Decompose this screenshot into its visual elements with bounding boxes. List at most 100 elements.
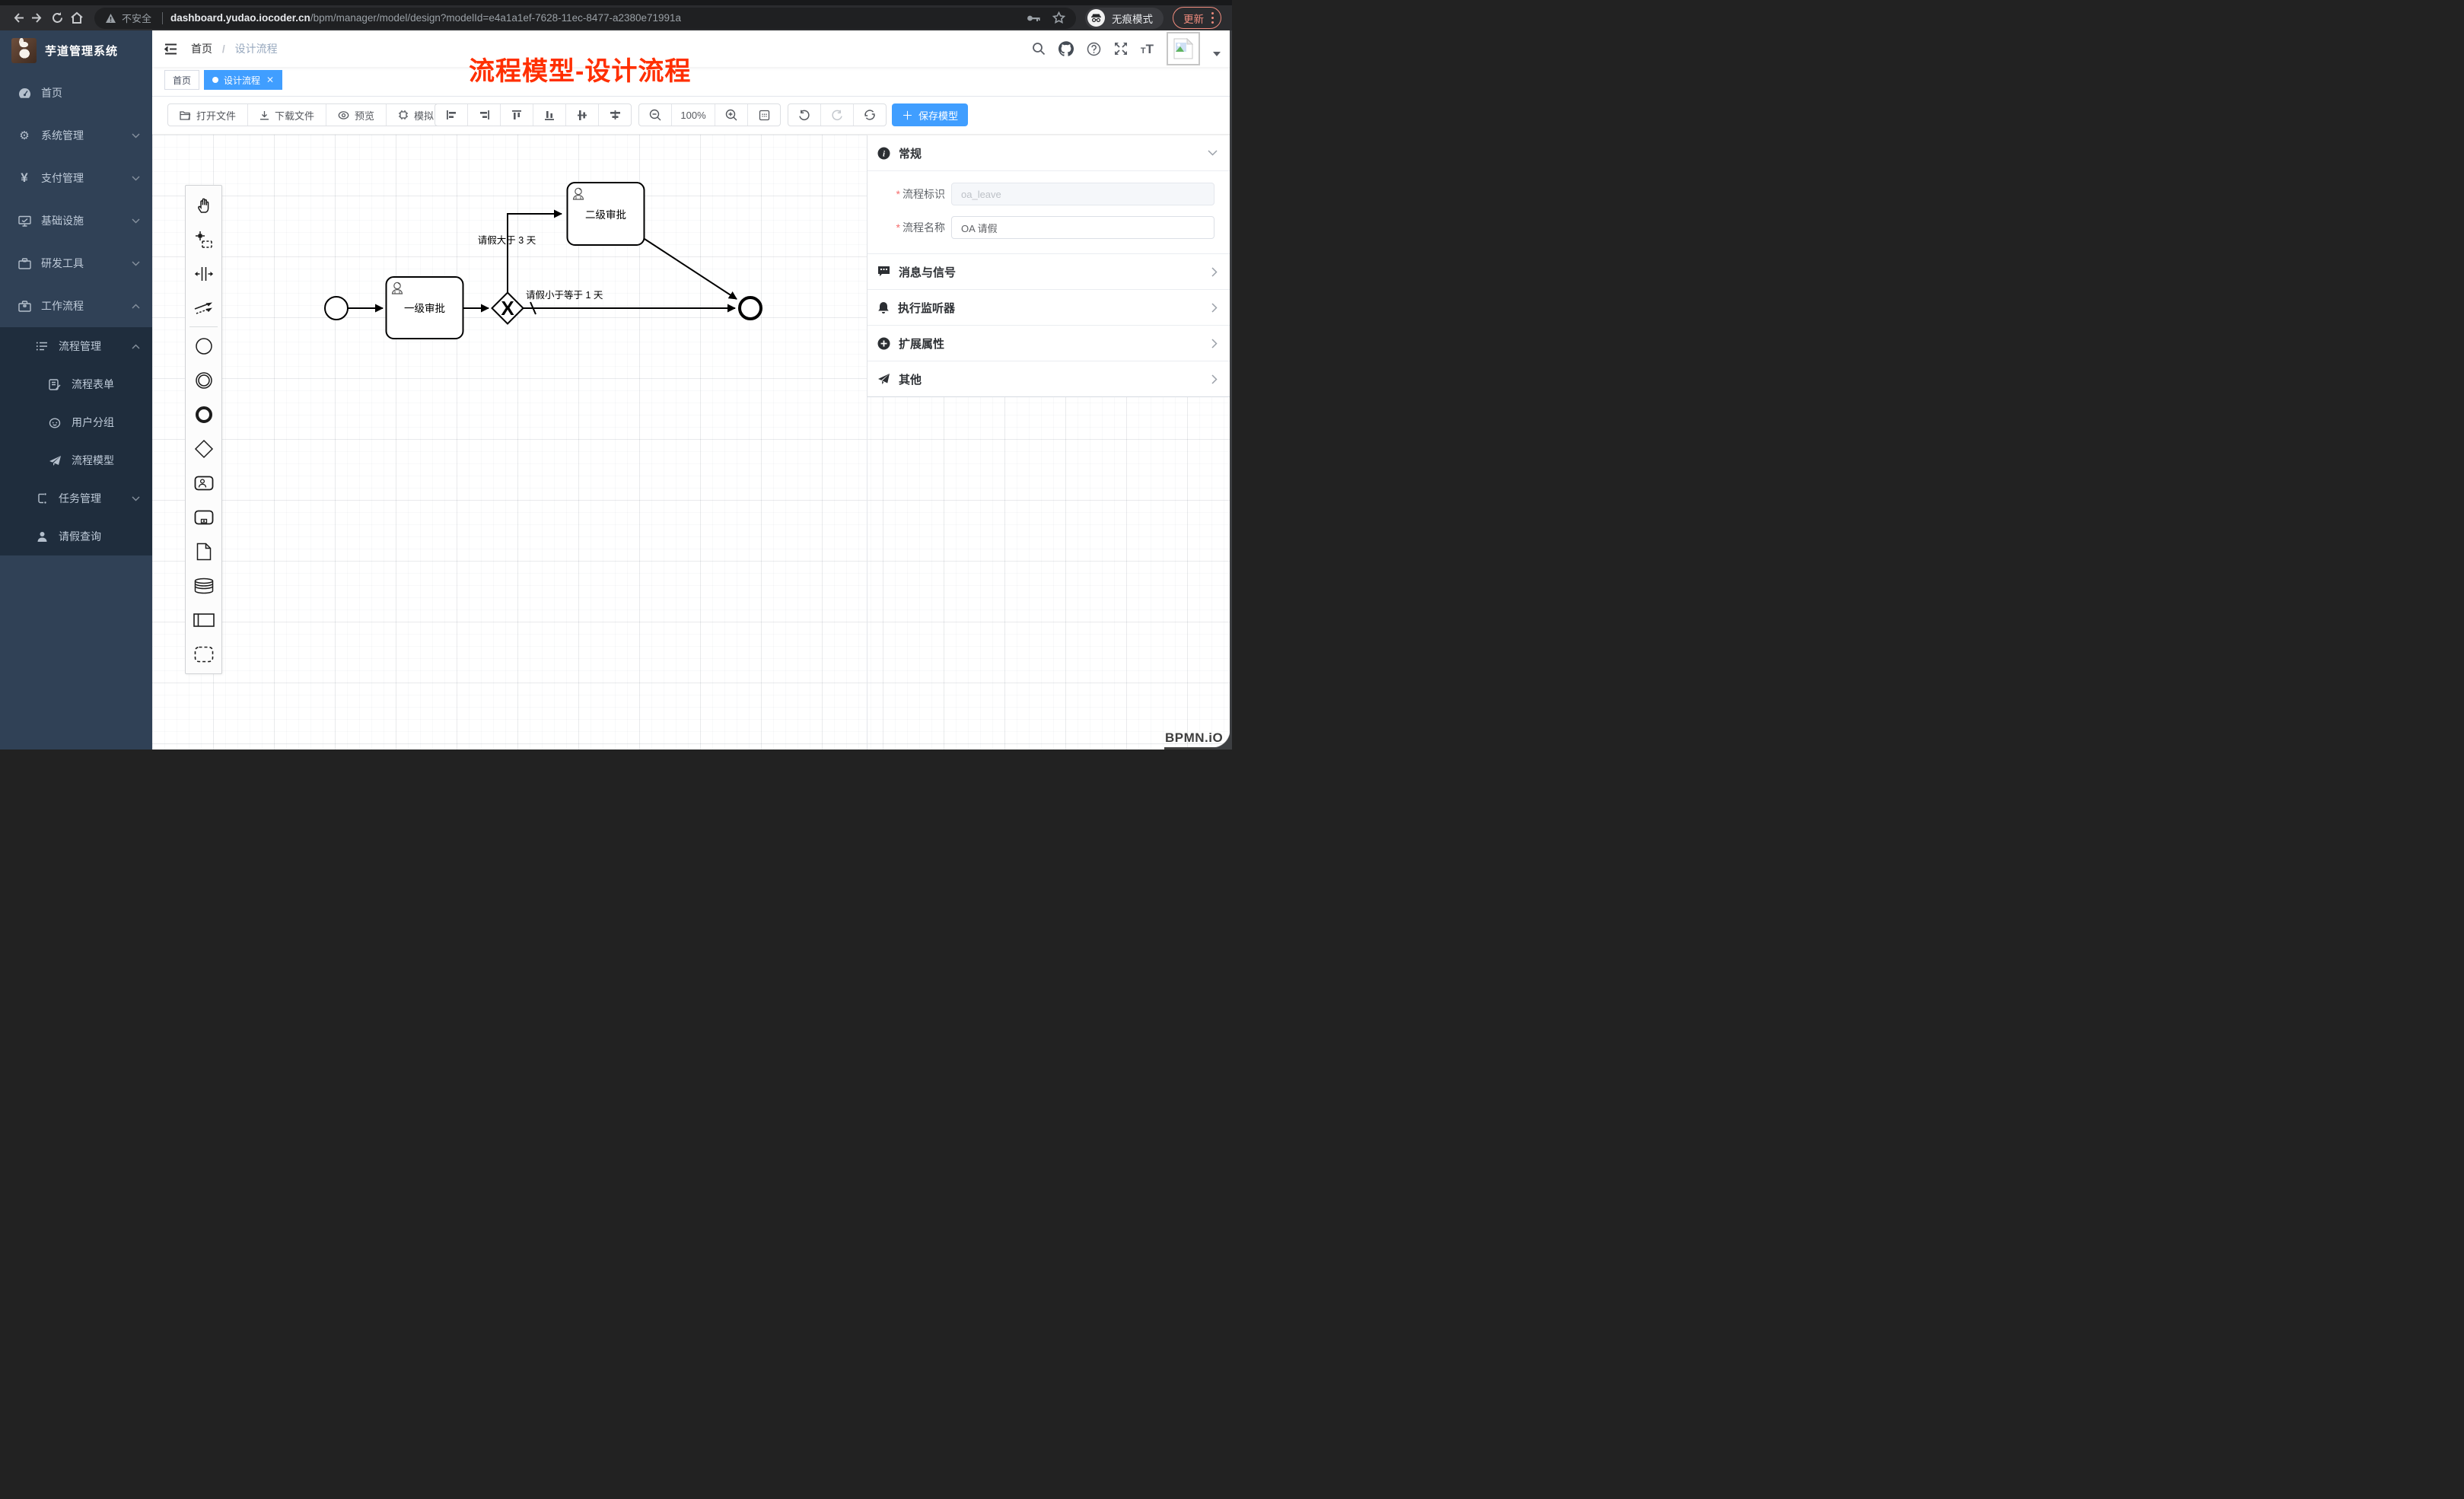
create-gateway-icon[interactable]	[186, 431, 221, 466]
sidebar-item-payment[interactable]: ¥ 支付管理	[0, 157, 152, 199]
font-size-icon[interactable]: TT	[1141, 43, 1154, 56]
url-domain: dashboard.yudao.iocoder.cn	[170, 12, 310, 24]
fullscreen-icon[interactable]	[1114, 42, 1128, 56]
process-key-input[interactable]	[951, 183, 1214, 205]
breadcrumb-separator: /	[222, 43, 225, 55]
user-task-level2[interactable]: 二级审批	[568, 183, 645, 245]
browser-back-button[interactable]	[8, 8, 27, 28]
create-start-event-icon[interactable]	[186, 329, 221, 363]
sidebar-item-process-form[interactable]: 流程表单	[0, 365, 152, 403]
browser-menu-icon[interactable]	[1211, 12, 1214, 24]
create-data-store-icon[interactable]	[186, 568, 221, 603]
not-secure-icon	[105, 13, 116, 24]
start-event[interactable]	[325, 297, 348, 320]
browser-home-button[interactable]	[67, 8, 87, 28]
section-other[interactable]: 其他	[867, 361, 1230, 397]
sidebar-item-workflow[interactable]: 工作流程	[0, 285, 152, 327]
tab-home[interactable]: 首页	[164, 70, 199, 90]
sidebar-item-user-group[interactable]: 用户分组	[0, 403, 152, 441]
workflow-submenu: 流程管理 流程表单 用户分组	[0, 327, 152, 555]
address-divider	[162, 12, 163, 24]
avatar[interactable]	[1167, 32, 1200, 65]
chevron-down-icon	[132, 496, 140, 501]
key-icon[interactable]	[1027, 14, 1040, 23]
annotation-title: 流程模型-设计流程	[469, 50, 691, 88]
chevron-right-icon	[1211, 267, 1218, 277]
address-bar[interactable]: 不安全 dashboard.yudao.iocoder.cn/bpm/manag…	[94, 8, 1076, 29]
url-path: /bpm/manager/model/design?modelId=e4a1a1…	[310, 12, 681, 24]
yen-icon: ¥	[17, 170, 32, 186]
chevron-down-icon	[132, 133, 140, 138]
section-execution-listener[interactable]: 执行监听器	[867, 290, 1230, 326]
plus-circle-icon	[877, 337, 890, 350]
create-subprocess-icon[interactable]	[186, 500, 221, 534]
security-label[interactable]: 不安全	[122, 11, 151, 25]
tab-design-process[interactable]: 设计流程 ✕	[204, 70, 282, 90]
create-data-object-icon[interactable]	[186, 534, 221, 568]
create-user-task-icon[interactable]	[186, 466, 221, 500]
browser-tab-strip	[0, 0, 1232, 5]
global-connect-tool-icon[interactable]	[186, 291, 221, 325]
logo-image	[11, 38, 37, 63]
toolbox-icon	[17, 258, 32, 269]
sidebar-item-process-model[interactable]: 流程模型	[0, 441, 152, 479]
monitor-icon	[17, 215, 32, 227]
sidebar-item-home[interactable]: 首页	[0, 72, 152, 114]
user-task-level1[interactable]: 一级审批	[387, 277, 463, 339]
bookmark-star-icon[interactable]	[1052, 11, 1065, 24]
face-icon	[47, 417, 62, 428]
sidebar-item-system[interactable]: ⚙ 系统管理	[0, 114, 152, 157]
close-icon[interactable]: ✕	[266, 75, 274, 85]
flow-label-lte1[interactable]: 请假小于等于 1 天	[526, 289, 603, 301]
sidebar-item-infrastructure[interactable]: 基础设施	[0, 199, 152, 242]
briefcase-icon	[17, 301, 32, 312]
app-window: 不安全 dashboard.yudao.iocoder.cn/bpm/manag…	[0, 0, 1232, 750]
sidebar-item-task-management[interactable]: 任务管理	[0, 479, 152, 517]
url-text[interactable]: dashboard.yudao.iocoder.cn/bpm/manager/m…	[170, 12, 1017, 24]
svg-text:X: X	[501, 297, 514, 320]
browser-chrome: 不安全 dashboard.yudao.iocoder.cn/bpm/manag…	[0, 0, 1232, 30]
section-extended-properties[interactable]: 扩展属性	[867, 326, 1230, 361]
chevron-down-icon	[132, 261, 140, 266]
search-icon[interactable]	[1032, 42, 1046, 56]
flow-task2-to-end[interactable]	[645, 239, 737, 299]
browser-reload-button[interactable]	[47, 8, 67, 28]
section-general[interactable]: i 常规	[867, 135, 1230, 171]
chevron-down-icon	[1208, 150, 1218, 156]
chevron-up-icon	[132, 344, 140, 349]
sidebar-item-devtools[interactable]: 研发工具	[0, 242, 152, 285]
end-event[interactable]	[740, 298, 761, 319]
github-icon[interactable]	[1059, 41, 1074, 56]
palette-separator	[189, 326, 218, 327]
app-logo[interactable]: 芋道管理系统	[0, 30, 152, 70]
document-edit-icon	[47, 379, 62, 390]
top-navbar: 首页 / 设计流程 TT	[152, 30, 1232, 67]
tag-view-bar: 首页 设计流程 ✕	[152, 67, 1232, 97]
avatar-caret-icon[interactable]	[1213, 52, 1221, 56]
sidebar-item-process-management[interactable]: 流程管理	[0, 327, 152, 365]
space-tool-icon[interactable]	[186, 256, 221, 291]
help-icon[interactable]	[1087, 42, 1101, 56]
chevron-down-icon	[132, 176, 140, 181]
browser-update-button[interactable]: 更新	[1173, 7, 1221, 29]
sidebar-item-leave-query[interactable]: 请假查询	[0, 517, 152, 555]
process-name-input[interactable]	[951, 216, 1214, 239]
create-participant-icon[interactable]	[186, 603, 221, 637]
svg-text:一级审批: 一级审批	[404, 303, 445, 314]
create-intermediate-event-icon[interactable]	[186, 363, 221, 397]
hand-tool-icon[interactable]	[186, 188, 221, 222]
exclusive-gateway[interactable]: X	[492, 293, 524, 324]
send-icon	[877, 373, 890, 385]
sidebar-collapse-button[interactable]	[164, 43, 178, 56]
create-group-icon[interactable]	[186, 637, 221, 671]
lasso-tool-icon[interactable]	[186, 222, 221, 256]
flow-label-gt3[interactable]: 请假大于 3 天	[478, 235, 536, 246]
create-end-event-icon[interactable]	[186, 397, 221, 431]
window-right-edge	[1230, 30, 1232, 750]
app-title: 芋道管理系统	[45, 43, 118, 59]
browser-forward-button[interactable]	[27, 8, 47, 28]
breadcrumb-home[interactable]: 首页	[191, 43, 212, 55]
section-message-signal[interactable]: 消息与信号	[867, 254, 1230, 290]
sidebar: 芋道管理系统 首页 ⚙ 系统管理 ¥ 支付管理	[0, 30, 152, 750]
flow-gateway-to-task2[interactable]	[508, 214, 562, 292]
